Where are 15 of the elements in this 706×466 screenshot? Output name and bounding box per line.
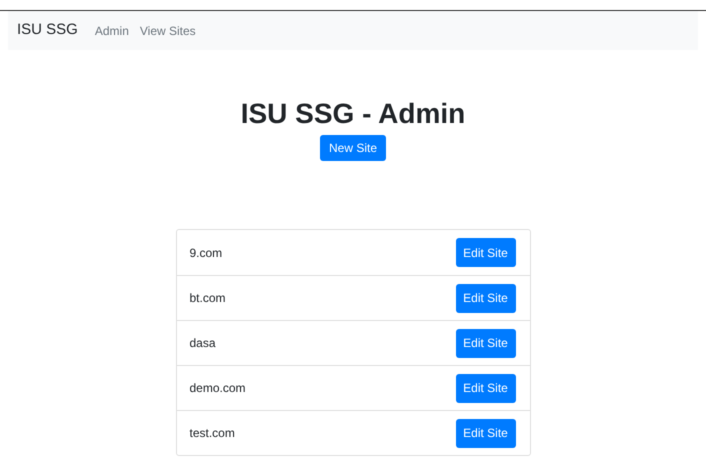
nav-link[interactable]: View Sites [140, 22, 196, 40]
edit-site-button[interactable]: Edit Site [456, 328, 516, 358]
site-name: bt.com [190, 290, 226, 307]
site-name: test.com [190, 425, 235, 442]
site-name: dasa [190, 335, 216, 352]
site-name: demo.com [190, 380, 246, 397]
brand-link[interactable]: ISU SSG [17, 19, 78, 42]
site-name: 9.com [190, 244, 222, 262]
new-site-button[interactable]: New Site [320, 135, 386, 161]
page-heading: ISU SSG - Admin [240, 97, 466, 131]
edit-site-button[interactable]: Edit Site [456, 374, 516, 402]
nav-link[interactable]: Admin [94, 22, 129, 40]
edit-site-button[interactable]: Edit Site [456, 418, 516, 448]
edit-site-button[interactable]: Edit Site [456, 284, 516, 312]
edit-site-button[interactable]: Edit Site [456, 238, 516, 267]
